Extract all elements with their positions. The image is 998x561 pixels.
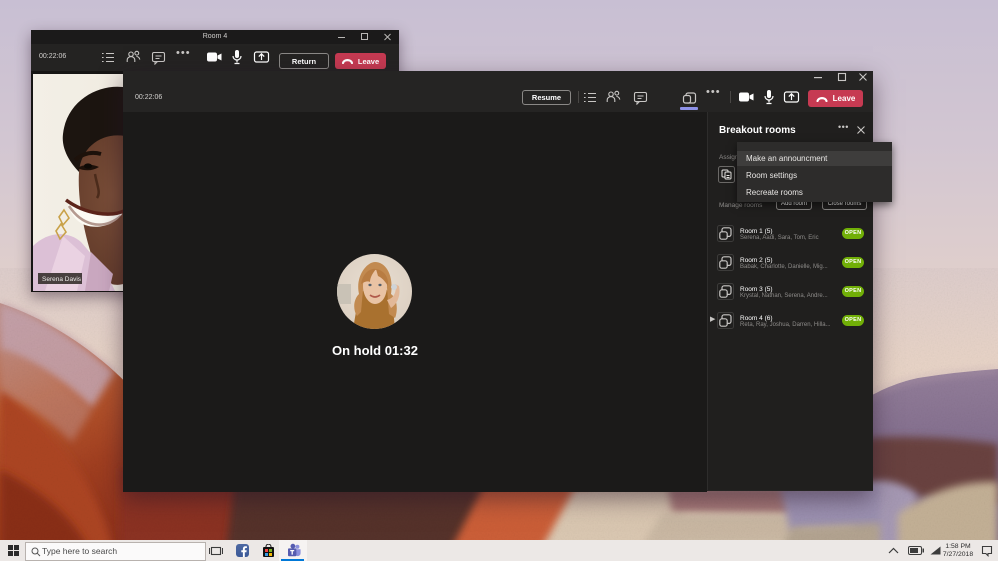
svg-text:Serena Davis: Serena Davis [42,276,82,283]
